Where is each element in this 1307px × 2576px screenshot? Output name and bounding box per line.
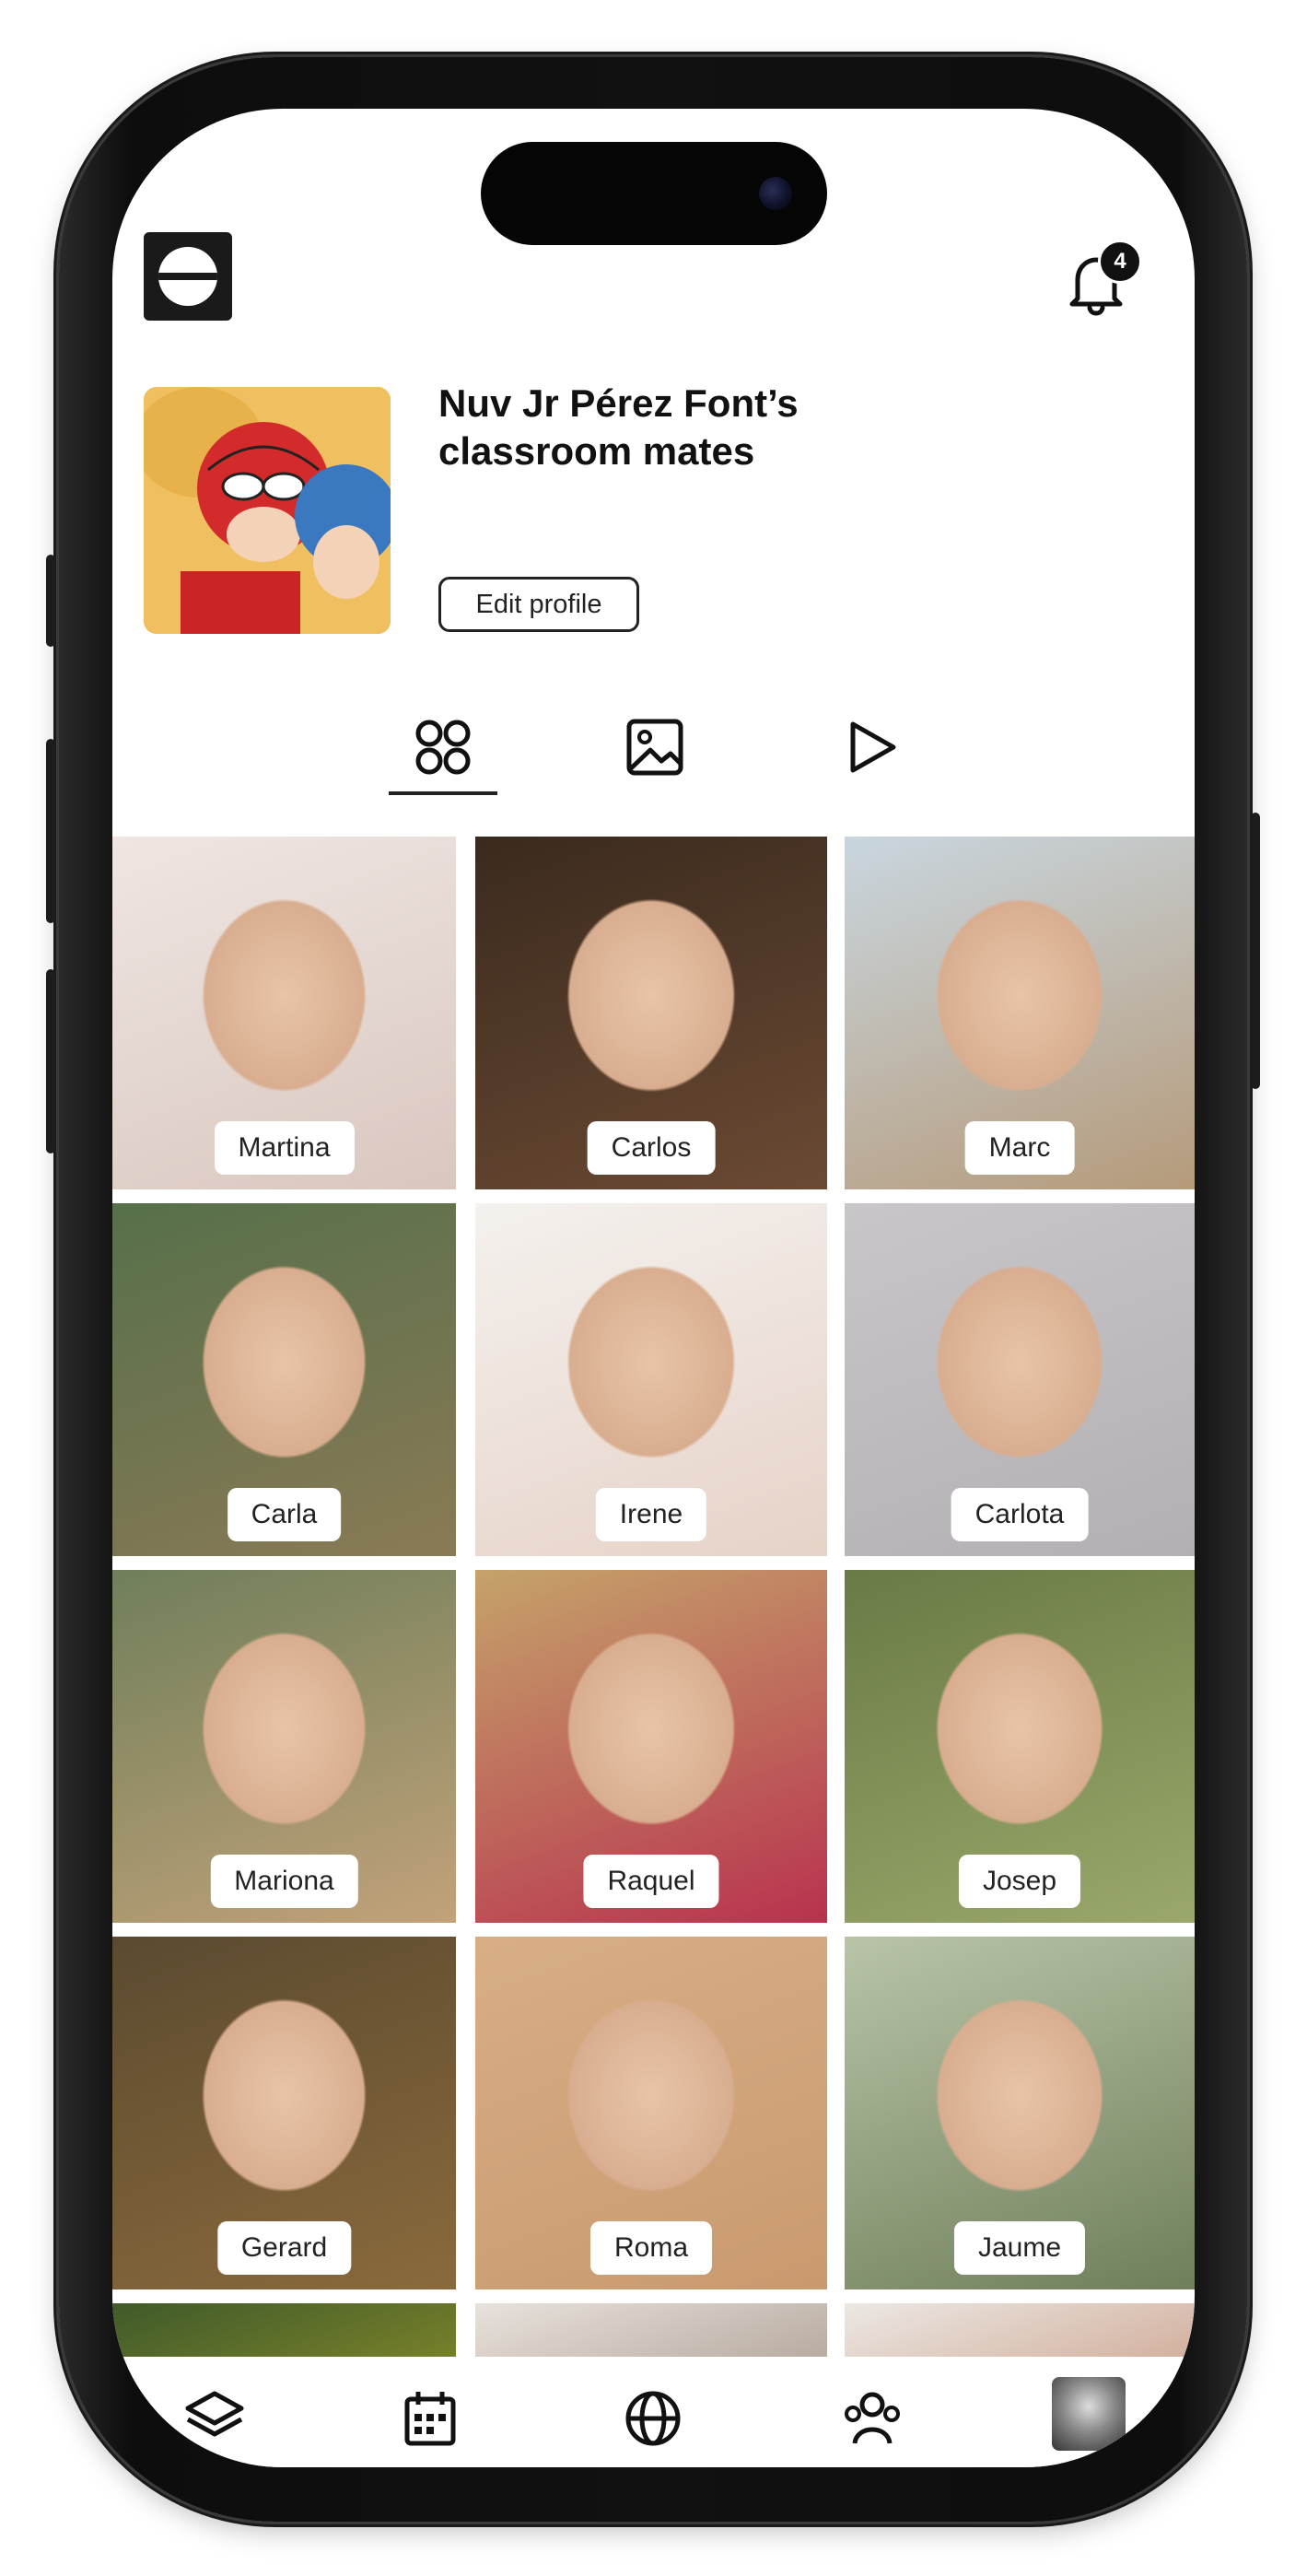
action-button (46, 555, 55, 647)
classmate-tile[interactable]: Marc (845, 837, 1195, 1189)
classmate-tile[interactable]: Raquel (475, 1570, 827, 1923)
app-logo[interactable] (144, 232, 232, 321)
dynamic-island (481, 142, 827, 245)
classmate-name: Raquel (583, 1855, 719, 1908)
classmate-tile[interactable]: Carla (112, 1203, 456, 1556)
volume-up-button (46, 739, 55, 923)
app-screen: 4 Nuv Jr Pérez Font’s classroom mates Ed… (112, 109, 1195, 2467)
classmate-name: Martina (214, 1121, 355, 1175)
calendar-icon[interactable] (398, 2386, 462, 2451)
classmate-tile[interactable]: Gerard (112, 1937, 456, 2289)
classmate-tile[interactable]: Josep (845, 1570, 1195, 1923)
classmate-tile[interactable]: Jaume (845, 1937, 1195, 2289)
classmate-name: Roma (589, 2221, 713, 2275)
classmate-name: Carlota (951, 1488, 1089, 1541)
play-icon[interactable] (840, 715, 904, 779)
classmate-name: Mariona (210, 1855, 358, 1908)
power-button (1251, 813, 1260, 1089)
bottom-nav (112, 2357, 1195, 2467)
classmate-name: Irene (595, 1488, 707, 1541)
classmate-tile[interactable]: Irene (475, 1203, 827, 1556)
layers-icon[interactable] (182, 2386, 247, 2451)
classmate-tile[interactable]: Martina (112, 837, 456, 1189)
classmate-name: Josep (958, 1855, 1081, 1908)
classmate-name: Jaume (953, 2221, 1086, 2275)
grid-icon[interactable] (411, 715, 475, 779)
image-icon[interactable] (623, 715, 687, 779)
edit-profile-button[interactable]: Edit profile (438, 577, 639, 632)
globe-icon[interactable] (621, 2386, 685, 2451)
classmate-tile[interactable]: Carlota (845, 1203, 1195, 1556)
classmate-name: Marc (964, 1121, 1075, 1175)
classmate-tile[interactable]: Roma (475, 1937, 827, 2289)
classmate-tile[interactable]: Mariona (112, 1570, 456, 1923)
classmate-tile[interactable]: Carlos (475, 837, 827, 1189)
page-title: Nuv Jr Pérez Font’s classroom mates (438, 381, 799, 473)
volume-down-button (46, 969, 55, 1153)
active-tab-indicator (389, 791, 497, 795)
classmate-name: Carlos (587, 1121, 716, 1175)
notification-badge: 4 (1098, 240, 1142, 284)
camera-icon (759, 177, 792, 210)
classmate-name: Gerard (216, 2221, 352, 2275)
people-icon[interactable] (840, 2386, 904, 2451)
profile-avatar[interactable] (1052, 2377, 1126, 2451)
classmate-name: Carla (227, 1488, 342, 1541)
profile-photo (144, 387, 391, 634)
